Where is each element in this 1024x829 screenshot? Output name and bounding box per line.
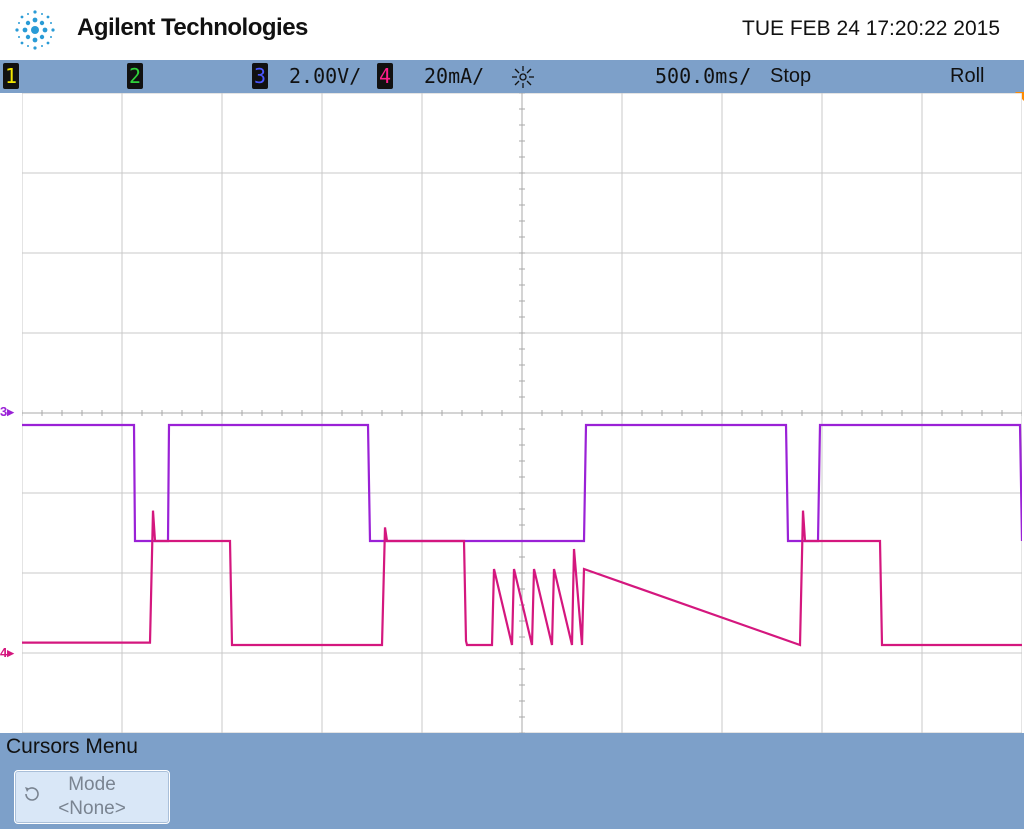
date-time: TUE FEB 24 17:20:22 2015 [742,17,1000,40]
cursor-mode-softkey[interactable]: Mode <None> [14,770,170,824]
marker-arrow-icon: ▸ [7,645,14,660]
graticule [22,93,1022,733]
agilent-spark-logo-icon [15,10,55,50]
channel-2-badge[interactable]: 2 [127,63,143,89]
channel-1-badge[interactable]: 1 [3,63,19,89]
softkey-value: <None> [58,798,126,819]
marker-arrow-icon: ▸ [7,404,14,419]
channel-3-scale[interactable]: 2.00V/ [289,63,361,89]
channel-3-ground-marker[interactable]: 3▸ [0,404,14,420]
horizontal-mode[interactable]: Roll [950,63,984,89]
acquire-mode-icon [512,66,534,88]
brand-bar: Agilent Technologies TUE FEB 24 17:20:22… [0,0,1024,60]
channel-4-ground-marker[interactable]: 4▸ [0,645,14,661]
waveform-display[interactable] [22,93,1022,733]
brand-name: Agilent Technologies [77,14,308,41]
menu-title: Cursors Menu [6,735,138,758]
channel-3-badge[interactable]: 3 [252,63,268,89]
channel-4-badge[interactable]: 4 [377,63,393,89]
softkey-label: Mode [68,774,116,795]
channel-4-scale[interactable]: 20mA/ [424,63,484,89]
run-state[interactable]: Stop [770,63,811,89]
timebase-scale[interactable]: 500.0ms/ [655,63,751,89]
